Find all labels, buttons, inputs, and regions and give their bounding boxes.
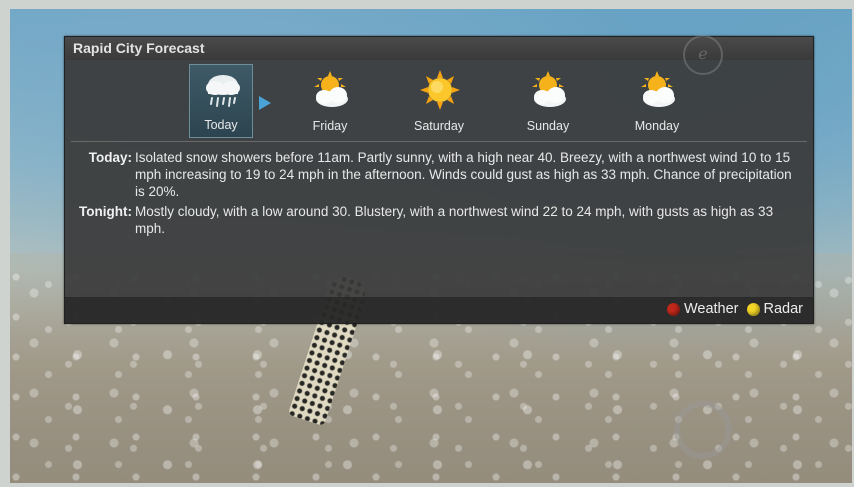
selection-arrow-icon bbox=[259, 96, 271, 110]
day-saturday[interactable]: Saturday bbox=[407, 64, 471, 138]
day-label: Saturday bbox=[413, 119, 465, 133]
color-key-legend: Weather Radar bbox=[659, 301, 803, 317]
partly-cloudy-icon bbox=[532, 71, 566, 107]
radar-key[interactable]: Radar bbox=[764, 301, 804, 317]
divider bbox=[71, 141, 807, 142]
day-sunday[interactable]: Sunday bbox=[516, 64, 580, 138]
partly-cloudy-icon bbox=[314, 71, 348, 107]
channel-watermark bbox=[632, 397, 732, 459]
forecast-period-label: Tonight: bbox=[79, 204, 132, 219]
day-label: Today bbox=[204, 118, 238, 132]
forecast-panel: Rapid City Forecast ℯ Today Friday Satur… bbox=[64, 35, 814, 324]
partly-cloudy-icon bbox=[641, 71, 675, 107]
bottom-bar: Weather Radar bbox=[65, 297, 813, 323]
forecast-period-text: Mostly cloudy, with a low around 30. Blu… bbox=[135, 204, 774, 236]
day-today[interactable]: Today bbox=[189, 64, 253, 138]
forecast-period-label: Today: bbox=[88, 150, 132, 165]
weather-key[interactable]: Weather bbox=[684, 301, 739, 317]
red-button-icon bbox=[666, 302, 680, 316]
snow-shower-icon bbox=[206, 75, 240, 107]
day-label: Monday bbox=[634, 119, 680, 133]
day-monday[interactable]: Monday bbox=[625, 64, 689, 138]
yellow-button-icon bbox=[746, 302, 760, 316]
day-label: Friday bbox=[312, 119, 348, 133]
day-selector: Today Friday Saturday Sunday Monday bbox=[65, 64, 813, 139]
sunny-icon bbox=[420, 70, 460, 110]
day-label: Sunday bbox=[526, 119, 570, 133]
day-friday[interactable]: Friday bbox=[298, 64, 362, 138]
forecast-period-text: Isolated snow showers before 11am. Partl… bbox=[135, 150, 792, 199]
